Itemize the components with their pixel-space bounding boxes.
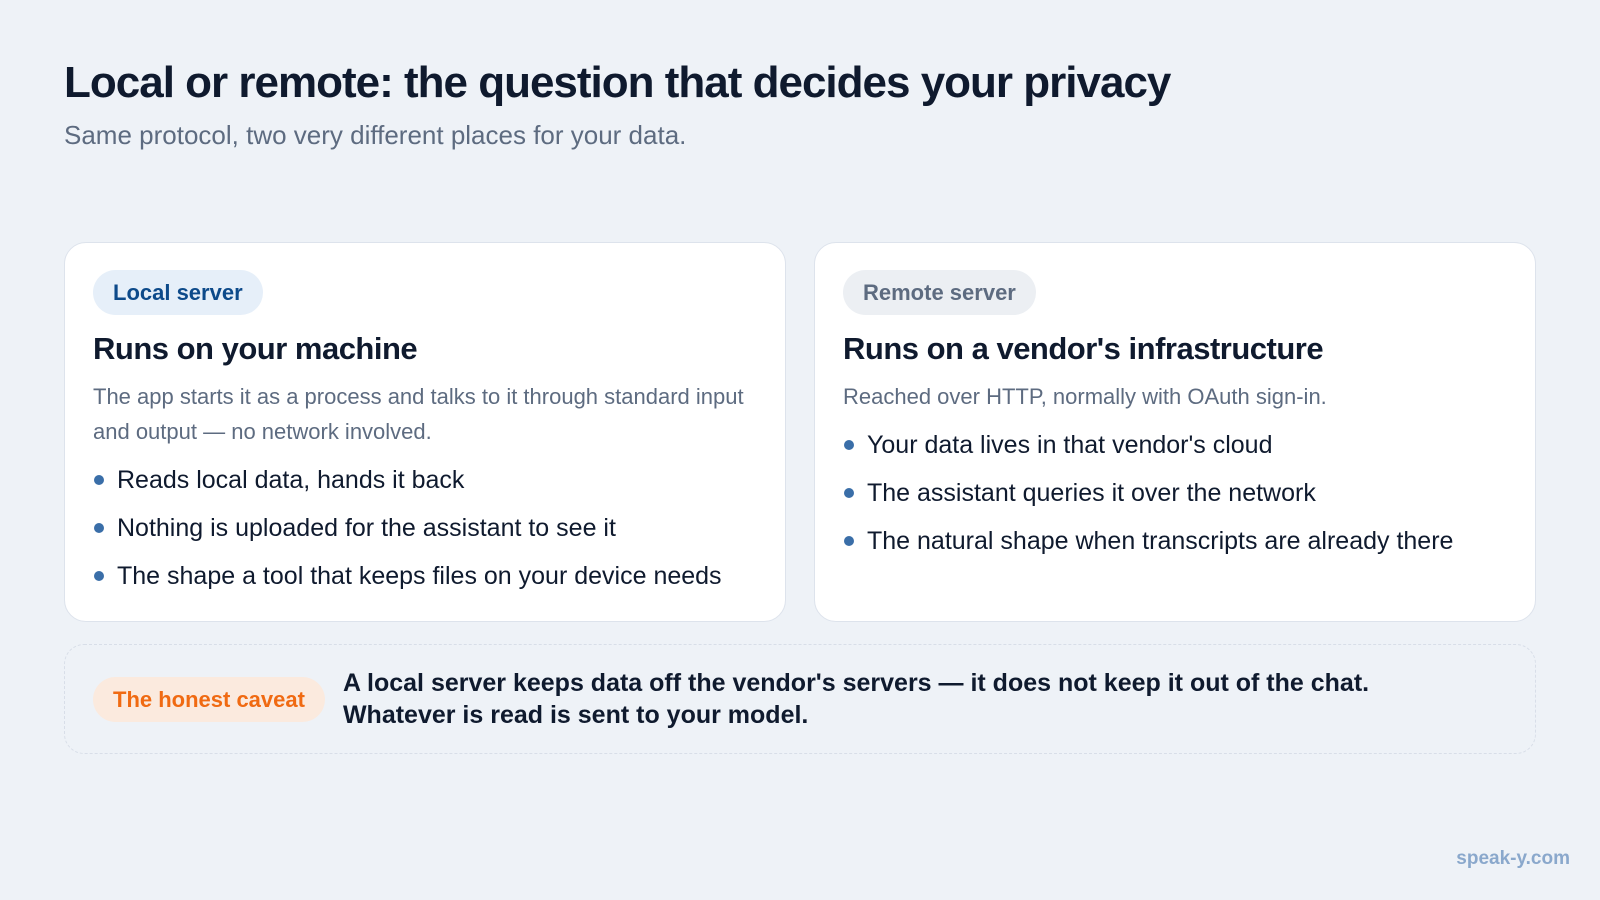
page-subtitle: Same protocol, two very different places… bbox=[64, 120, 687, 150]
list-item: The shape a tool that keeps files on you… bbox=[93, 559, 757, 593]
list-item-text: The assistant queries it over the networ… bbox=[867, 479, 1316, 507]
list-item: Reads local data, hands it back bbox=[93, 463, 757, 497]
bullet-dot-icon bbox=[94, 571, 104, 581]
footer-brand: speak-y.com bbox=[1456, 848, 1570, 869]
list-item: The natural shape when transcripts are a… bbox=[843, 524, 1507, 558]
bullet-dot-icon bbox=[844, 536, 854, 546]
page-title: Local or remote: the question that decid… bbox=[64, 58, 1171, 107]
caveat-line-2: Whatever is read is sent to your model. bbox=[342, 701, 809, 729]
list-item-text: The shape a tool that keeps files on you… bbox=[117, 562, 722, 590]
caveat-text: A local server keeps data off the vendor… bbox=[343, 667, 1369, 731]
list-item-text: Your data lives in that vendor's cloud bbox=[867, 431, 1273, 459]
list-item-text: The natural shape when transcripts are a… bbox=[867, 527, 1454, 555]
caveat-line-1: A local server keeps data off the vendor… bbox=[342, 669, 1370, 697]
remote-server-heading: Runs on a vendor's infrastructure bbox=[843, 331, 1324, 366]
remote-server-tag: Remote server bbox=[843, 270, 1036, 315]
slide: Local or remote: the question that decid… bbox=[0, 0, 1600, 900]
list-item-text: Nothing is uploaded for the assistant to… bbox=[117, 514, 616, 542]
caveat-box: The honest caveat A local server keeps d… bbox=[64, 644, 1536, 754]
local-server-description: The app starts it as a process and talks… bbox=[93, 384, 744, 444]
bullet-dot-icon bbox=[94, 475, 104, 485]
local-server-card: Local server Runs on your machine The ap… bbox=[64, 242, 786, 622]
list-item: Your data lives in that vendor's cloud bbox=[843, 428, 1507, 462]
remote-server-description: Reached over HTTP, normally with OAuth s… bbox=[843, 384, 1327, 409]
bullet-dot-icon bbox=[844, 488, 854, 498]
remote-server-bullet-list: Your data lives in that vendor's cloud T… bbox=[843, 428, 1507, 558]
local-server-heading: Runs on your machine bbox=[93, 331, 418, 366]
local-server-bullet-list: Reads local data, hands it back Nothing … bbox=[93, 463, 757, 593]
local-server-tag: Local server bbox=[93, 270, 263, 315]
bullet-dot-icon bbox=[94, 523, 104, 533]
list-item: The assistant queries it over the networ… bbox=[843, 476, 1507, 510]
list-item: Nothing is uploaded for the assistant to… bbox=[93, 511, 757, 545]
list-item-text: Reads local data, hands it back bbox=[117, 466, 465, 494]
bullet-dot-icon bbox=[844, 440, 854, 450]
remote-server-card: Remote server Runs on a vendor's infrast… bbox=[814, 242, 1536, 622]
caveat-tag: The honest caveat bbox=[93, 676, 325, 722]
